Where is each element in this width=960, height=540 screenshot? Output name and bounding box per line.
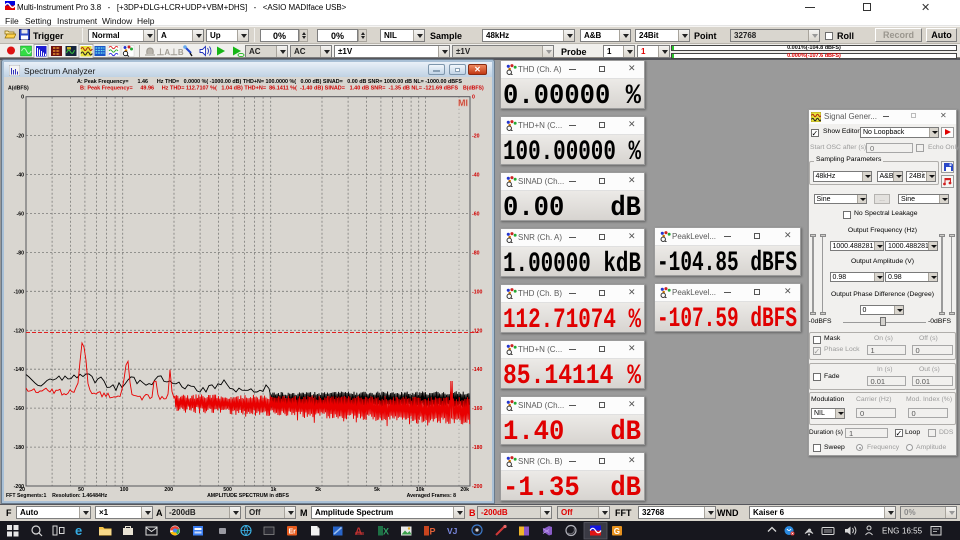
svg-text:FFT Segments:1 Resolution:: FFT Segments:1 Resolution: 1.46484Hz: [6, 493, 108, 499]
svg-text:-80: -80: [17, 250, 25, 256]
svg-text:-60: -60: [17, 212, 25, 218]
svg-text:⊥B: ⊥B: [170, 47, 184, 57]
svg-text:-140: -140: [472, 367, 482, 373]
svg-text:MI: MI: [458, 98, 468, 108]
svg-text:2k: 2k: [315, 487, 321, 493]
svg-text:-180: -180: [472, 445, 482, 451]
svg-text:-60: -60: [472, 212, 480, 218]
svg-text:-107.59 dBFS: -107.59 dBFS: [657, 304, 797, 332]
svg-text:0: 0: [472, 95, 475, 101]
svg-text:-80: -80: [472, 250, 480, 256]
svg-text:1.40 dB: 1.40 dB: [503, 417, 641, 445]
svg-text:16:55: 16:55: [902, 527, 923, 536]
svg-text:G: G: [614, 527, 620, 536]
svg-text:⊥A: ⊥A: [157, 47, 171, 57]
svg-text:85.14114 %: 85.14114 %: [503, 361, 641, 389]
svg-text:0.00000 %: 0.00000 %: [503, 81, 641, 109]
svg-text:-120: -120: [14, 328, 24, 334]
svg-text:-20: -20: [472, 134, 480, 140]
svg-text:0: 0: [21, 95, 24, 101]
svg-text:-140: -140: [14, 367, 24, 373]
svg-text:20k: 20k: [460, 487, 469, 493]
svg-text:A(dBFS): A(dBFS): [8, 86, 29, 92]
svg-text:-20: -20: [17, 134, 25, 140]
svg-text:1.00000 kdB: 1.00000 kdB: [503, 249, 641, 277]
svg-text:ENG: ENG: [882, 527, 899, 536]
svg-text:VJ: VJ: [447, 526, 458, 536]
svg-text:B(dBFS): B(dBFS): [463, 86, 484, 92]
svg-text:-100: -100: [472, 289, 482, 295]
svg-text:-40: -40: [472, 173, 480, 179]
svg-text:-104.85 dBFS: -104.85 dBFS: [657, 248, 797, 276]
svg-text:-160: -160: [14, 406, 24, 412]
svg-text:100: 100: [120, 487, 129, 493]
svg-text:112.71074 %: 112.71074 %: [503, 305, 641, 333]
svg-text:e: e: [75, 523, 82, 538]
svg-text:-200: -200: [472, 484, 482, 490]
svg-text:-40: -40: [17, 173, 25, 179]
svg-text:B: Peak Frequency= 49.96: B: Peak Frequency= 49.96 Hz THD= 112.710…: [80, 86, 459, 92]
svg-text:100.00000 %: 100.00000 %: [503, 137, 641, 165]
svg-text:200: 200: [164, 487, 173, 493]
svg-text:A: Peak Frequency= 1.46: A: Peak Frequency= 1.46 Hz THD= 0.0000 %…: [77, 79, 463, 85]
svg-text:-100: -100: [14, 289, 24, 295]
svg-text:5k: 5k: [374, 487, 380, 493]
svg-text:-1.35 dB: -1.35 dB: [503, 473, 641, 501]
svg-text:-180: -180: [14, 445, 24, 451]
svg-text:-160: -160: [472, 406, 482, 412]
svg-text:AMPLITUDE SPECTRUM in dBFS: AMPLITUDE SPECTRUM in dBFS: [207, 493, 289, 499]
svg-text:0.00 dB: 0.00 dB: [503, 193, 641, 221]
svg-text:Er: Er: [289, 529, 297, 536]
svg-text:-120: -120: [472, 328, 482, 334]
svg-text:Averaged Frames: 8: Averaged Frames: 8: [407, 493, 457, 499]
svg-text:X: X: [383, 527, 389, 537]
svg-text:P: P: [430, 527, 436, 537]
